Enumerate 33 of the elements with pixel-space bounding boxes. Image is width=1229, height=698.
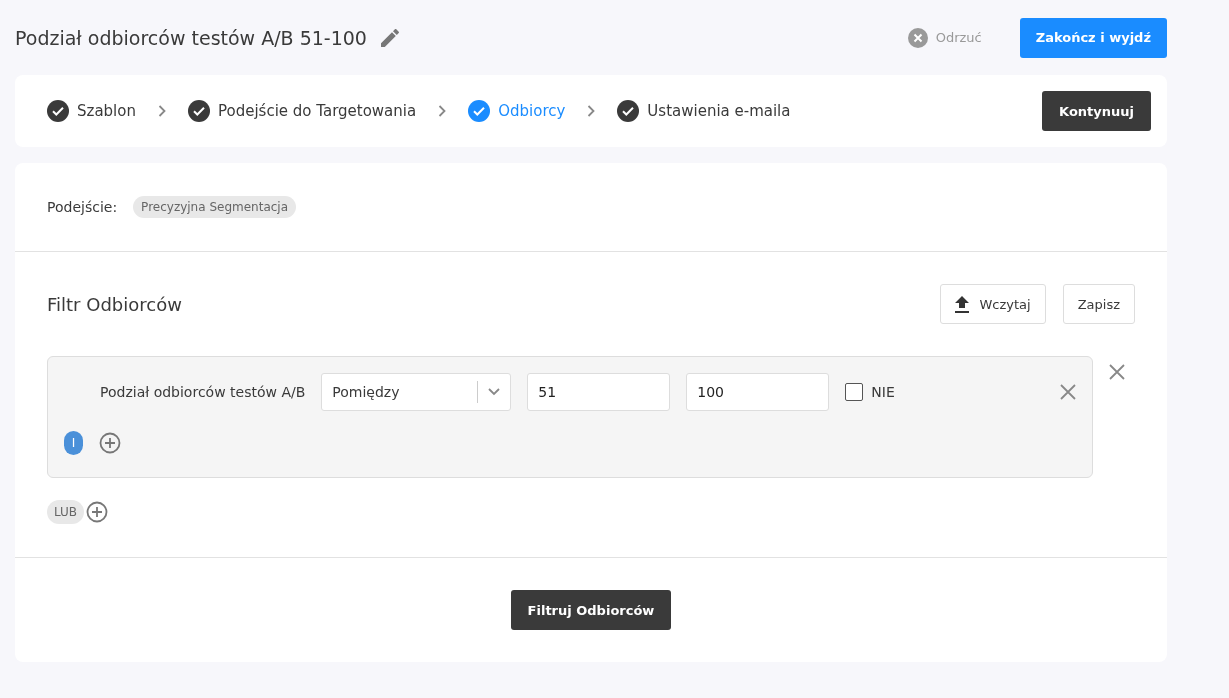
checkbox-label: NIE bbox=[871, 384, 895, 400]
check-circle-icon bbox=[187, 100, 210, 122]
check-circle-icon bbox=[617, 100, 640, 122]
upload-icon bbox=[955, 295, 970, 313]
add-icon[interactable] bbox=[86, 501, 109, 523]
add-icon[interactable] bbox=[99, 432, 121, 454]
filter-title: Filtr Odbiorców bbox=[47, 293, 182, 315]
chevron-right-icon bbox=[587, 105, 596, 117]
operator-select[interactable]: Pomiędzy bbox=[321, 373, 512, 411]
save-button[interactable]: Zapisz bbox=[1062, 284, 1135, 324]
close-icon bbox=[907, 27, 928, 48]
chevron-right-icon bbox=[157, 105, 166, 117]
close-icon[interactable] bbox=[1060, 384, 1076, 400]
step-tab[interactable]: Szablon bbox=[47, 100, 136, 122]
chevron-right-icon bbox=[438, 105, 447, 117]
continue-button[interactable]: Kontynuuj bbox=[1042, 91, 1151, 131]
step-tab[interactable]: Ustawienia e-maila bbox=[617, 100, 791, 122]
or-button[interactable]: LUB bbox=[47, 500, 85, 524]
approach-tag: Precyzyjna Segmentacja bbox=[133, 196, 297, 218]
load-button[interactable]: Wczytaj bbox=[940, 284, 1046, 324]
checkbox[interactable] bbox=[845, 383, 864, 401]
step-tab[interactable]: Podejście do Targetowania bbox=[187, 100, 417, 122]
value-field[interactable]: 51 bbox=[527, 373, 671, 411]
pencil-icon[interactable] bbox=[380, 28, 399, 47]
caret-down-icon bbox=[488, 388, 501, 396]
value-field[interactable]: 100 bbox=[686, 373, 830, 411]
close-icon[interactable] bbox=[1109, 364, 1125, 380]
check-circle-icon bbox=[468, 100, 491, 122]
check-circle-icon bbox=[47, 100, 69, 122]
approach-label: Podejście: bbox=[47, 199, 118, 215]
filter-button[interactable]: Filtruj Odbiorców bbox=[510, 590, 672, 630]
field-label: Podział odbiorców testów A/B bbox=[100, 384, 306, 400]
page-title: Podział odbiorców testów A/B 51-100 bbox=[15, 26, 367, 49]
